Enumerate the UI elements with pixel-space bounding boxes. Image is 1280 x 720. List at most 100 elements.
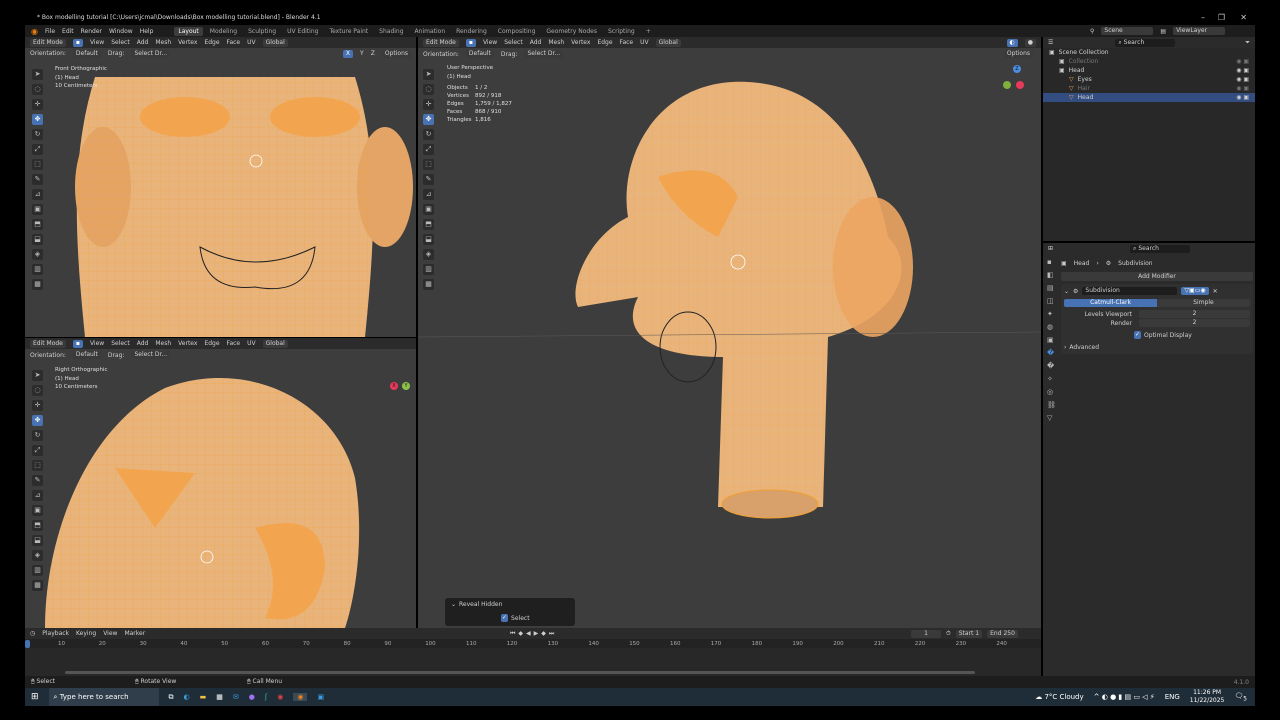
rotate-tool-icon[interactable]: ↻: [423, 129, 434, 140]
collapse-chevron-icon[interactable]: ⌄: [451, 601, 456, 608]
workspace-tab-geometry-nodes[interactable]: Geometry Nodes: [542, 27, 601, 36]
task-view-icon[interactable]: ⧉: [169, 693, 174, 702]
menu-add[interactable]: Add: [530, 39, 542, 46]
menu-uv[interactable]: UV: [247, 340, 256, 347]
gizmo-x[interactable]: X: [390, 382, 398, 390]
constraints-tab-icon[interactable]: ◎: [1047, 388, 1056, 396]
menu-uv[interactable]: UV: [640, 39, 649, 46]
loop-cut-tool-icon[interactable]: ▥: [32, 264, 43, 275]
app-icon[interactable]: ▣: [317, 693, 324, 701]
levels-viewport-field[interactable]: 2: [1139, 310, 1250, 318]
cursor-3d-tool-icon[interactable]: ✛: [32, 99, 43, 110]
gizmo-z[interactable]: Z: [1013, 65, 1021, 73]
operator-panel-title[interactable]: Reveal Hidden: [459, 601, 502, 608]
options-button[interactable]: Options: [381, 49, 411, 58]
select-box-tool-icon[interactable]: ◌: [423, 84, 434, 95]
select-checkbox[interactable]: ✓: [501, 614, 509, 622]
add-cube-tool-icon[interactable]: ▣: [32, 204, 43, 215]
material-tab-icon[interactable]: ▽: [1047, 414, 1056, 422]
cursor-tool-icon[interactable]: ➤: [423, 69, 434, 80]
timeline-track-area[interactable]: 10 20 30 40 50 60 70 80 90 100 110 120 130 140 150 160 1…: [25, 639, 1041, 676]
workspace-tab-rendering[interactable]: Rendering: [452, 27, 491, 36]
shading-solid-button[interactable]: ●: [1024, 38, 1036, 47]
vertex-select-button[interactable]: ▪: [72, 339, 83, 348]
object-tab-icon[interactable]: ▣: [1047, 336, 1056, 344]
bevel-tool-icon[interactable]: ◈: [423, 249, 434, 260]
extrude-tool-icon[interactable]: ⬒: [423, 219, 434, 230]
jump-start-icon[interactable]: ⏮: [510, 630, 515, 638]
view-layer-selector[interactable]: ViewLayer: [1173, 27, 1226, 35]
mirror-y-toggle[interactable]: Y: [360, 50, 364, 57]
bevel-tool-icon[interactable]: ◈: [32, 550, 43, 561]
collapse-chevron-icon[interactable]: ⌄: [1064, 288, 1069, 295]
add-modifier-button[interactable]: Add Modifier: [1061, 272, 1253, 281]
outliner-row[interactable]: ▽ Head ◉ ▣: [1043, 93, 1255, 102]
drag-selector[interactable]: Select Dr...: [131, 351, 171, 359]
prev-key-icon[interactable]: ◆: [518, 630, 523, 637]
scale-tool-icon[interactable]: ⤢: [32, 445, 43, 456]
outlook-icon[interactable]: ✉: [233, 693, 239, 701]
world-tab-icon[interactable]: ◍: [1047, 323, 1056, 331]
menu-help[interactable]: Help: [140, 28, 154, 35]
gizmo-y[interactable]: [1003, 81, 1011, 89]
notifications-icon[interactable]: 🗨5: [1234, 692, 1247, 702]
start-button[interactable]: ⊞: [31, 692, 39, 702]
gizmo-x[interactable]: [1016, 81, 1024, 89]
viewport-front[interactable]: Edit Mode ▪ View Select Add Mesh Vertex Edge F…: [25, 37, 416, 337]
orientation-selector[interactable]: Default: [72, 49, 101, 58]
menu-select[interactable]: Select: [111, 39, 130, 46]
menu-vertex[interactable]: Vertex: [178, 340, 197, 347]
orientation-selector[interactable]: Default: [72, 351, 101, 359]
workspace-tab-sculpting[interactable]: Sculpting: [244, 27, 280, 36]
workspace-tab--[interactable]: +: [642, 27, 655, 36]
mode-selector[interactable]: Edit Mode: [30, 38, 66, 47]
jump-end-icon[interactable]: ⏭: [549, 630, 554, 638]
menu-view[interactable]: View: [90, 340, 104, 347]
play-reverse-icon[interactable]: ◀: [526, 630, 531, 637]
menu-render[interactable]: Render: [81, 28, 102, 35]
cursor-tool-icon[interactable]: ➤: [32, 69, 43, 80]
menu-select[interactable]: Select: [111, 340, 130, 347]
remove-modifier-icon[interactable]: ✕: [1213, 288, 1218, 295]
timeline-menu-playback[interactable]: Playback: [42, 630, 69, 637]
overlay-toggle[interactable]: ◐: [1006, 38, 1018, 47]
visibility-icon[interactable]: ◉ ▣: [1236, 66, 1255, 75]
particles-tab-icon[interactable]: �: [1047, 362, 1056, 370]
menu-edge[interactable]: Edge: [204, 39, 219, 46]
rotate-tool-icon[interactable]: ↻: [32, 430, 43, 441]
end-frame-field[interactable]: 250: [1003, 630, 1014, 637]
knife-tool-icon[interactable]: ▦: [32, 279, 43, 290]
timeline-menu-view[interactable]: View: [103, 630, 117, 637]
move-tool-icon[interactable]: ✥: [423, 114, 434, 125]
view-layer-tab-icon[interactable]: ◫: [1047, 297, 1056, 305]
outliner-row[interactable]: ▽ Eyes ◉ ▣: [1043, 75, 1255, 84]
menu-face[interactable]: Face: [620, 39, 634, 46]
measure-tool-icon[interactable]: ⊿: [32, 490, 43, 501]
navigation-gizmo[interactable]: Z: [998, 65, 1038, 105]
menu-mesh[interactable]: Mesh: [155, 39, 171, 46]
catmull-clark-button[interactable]: Catmull-Clark: [1064, 299, 1157, 307]
optimal-display-checkbox[interactable]: ✓: [1134, 331, 1142, 339]
gizmo-y[interactable]: Y: [402, 382, 410, 390]
menu-uv[interactable]: UV: [247, 39, 256, 46]
inset-tool-icon[interactable]: ⬓: [32, 234, 43, 245]
knife-tool-icon[interactable]: ▦: [32, 580, 43, 591]
properties-search-input[interactable]: ⌕ Search: [1130, 244, 1191, 253]
workspace-tab-modeling[interactable]: Modeling: [206, 27, 241, 36]
scene-tab-icon[interactable]: ✦: [1047, 310, 1056, 318]
timeline-menu-marker[interactable]: Marker: [124, 630, 145, 637]
visibility-icon[interactable]: ◉ ▣: [1236, 93, 1255, 102]
expand-chevron-icon[interactable]: ›: [1064, 344, 1066, 351]
editor-type-icon[interactable]: ⊞: [1048, 245, 1053, 252]
rotate-tool-icon[interactable]: ↻: [32, 129, 43, 140]
outliner-search-input[interactable]: ⌕ Search: [1115, 38, 1176, 47]
extrude-tool-icon[interactable]: ⬒: [32, 520, 43, 531]
workspace-tab-scripting[interactable]: Scripting: [604, 27, 639, 36]
transform-tool-icon[interactable]: ⬚: [423, 159, 434, 170]
menu-select[interactable]: Select: [504, 39, 523, 46]
menu-window[interactable]: Window: [109, 28, 133, 35]
next-key-icon[interactable]: ◆: [541, 630, 546, 637]
display-mode-icon[interactable]: ☰: [1048, 39, 1053, 46]
physics-tab-icon[interactable]: ✧: [1047, 375, 1056, 383]
timeline-scrollbar[interactable]: [65, 671, 975, 674]
